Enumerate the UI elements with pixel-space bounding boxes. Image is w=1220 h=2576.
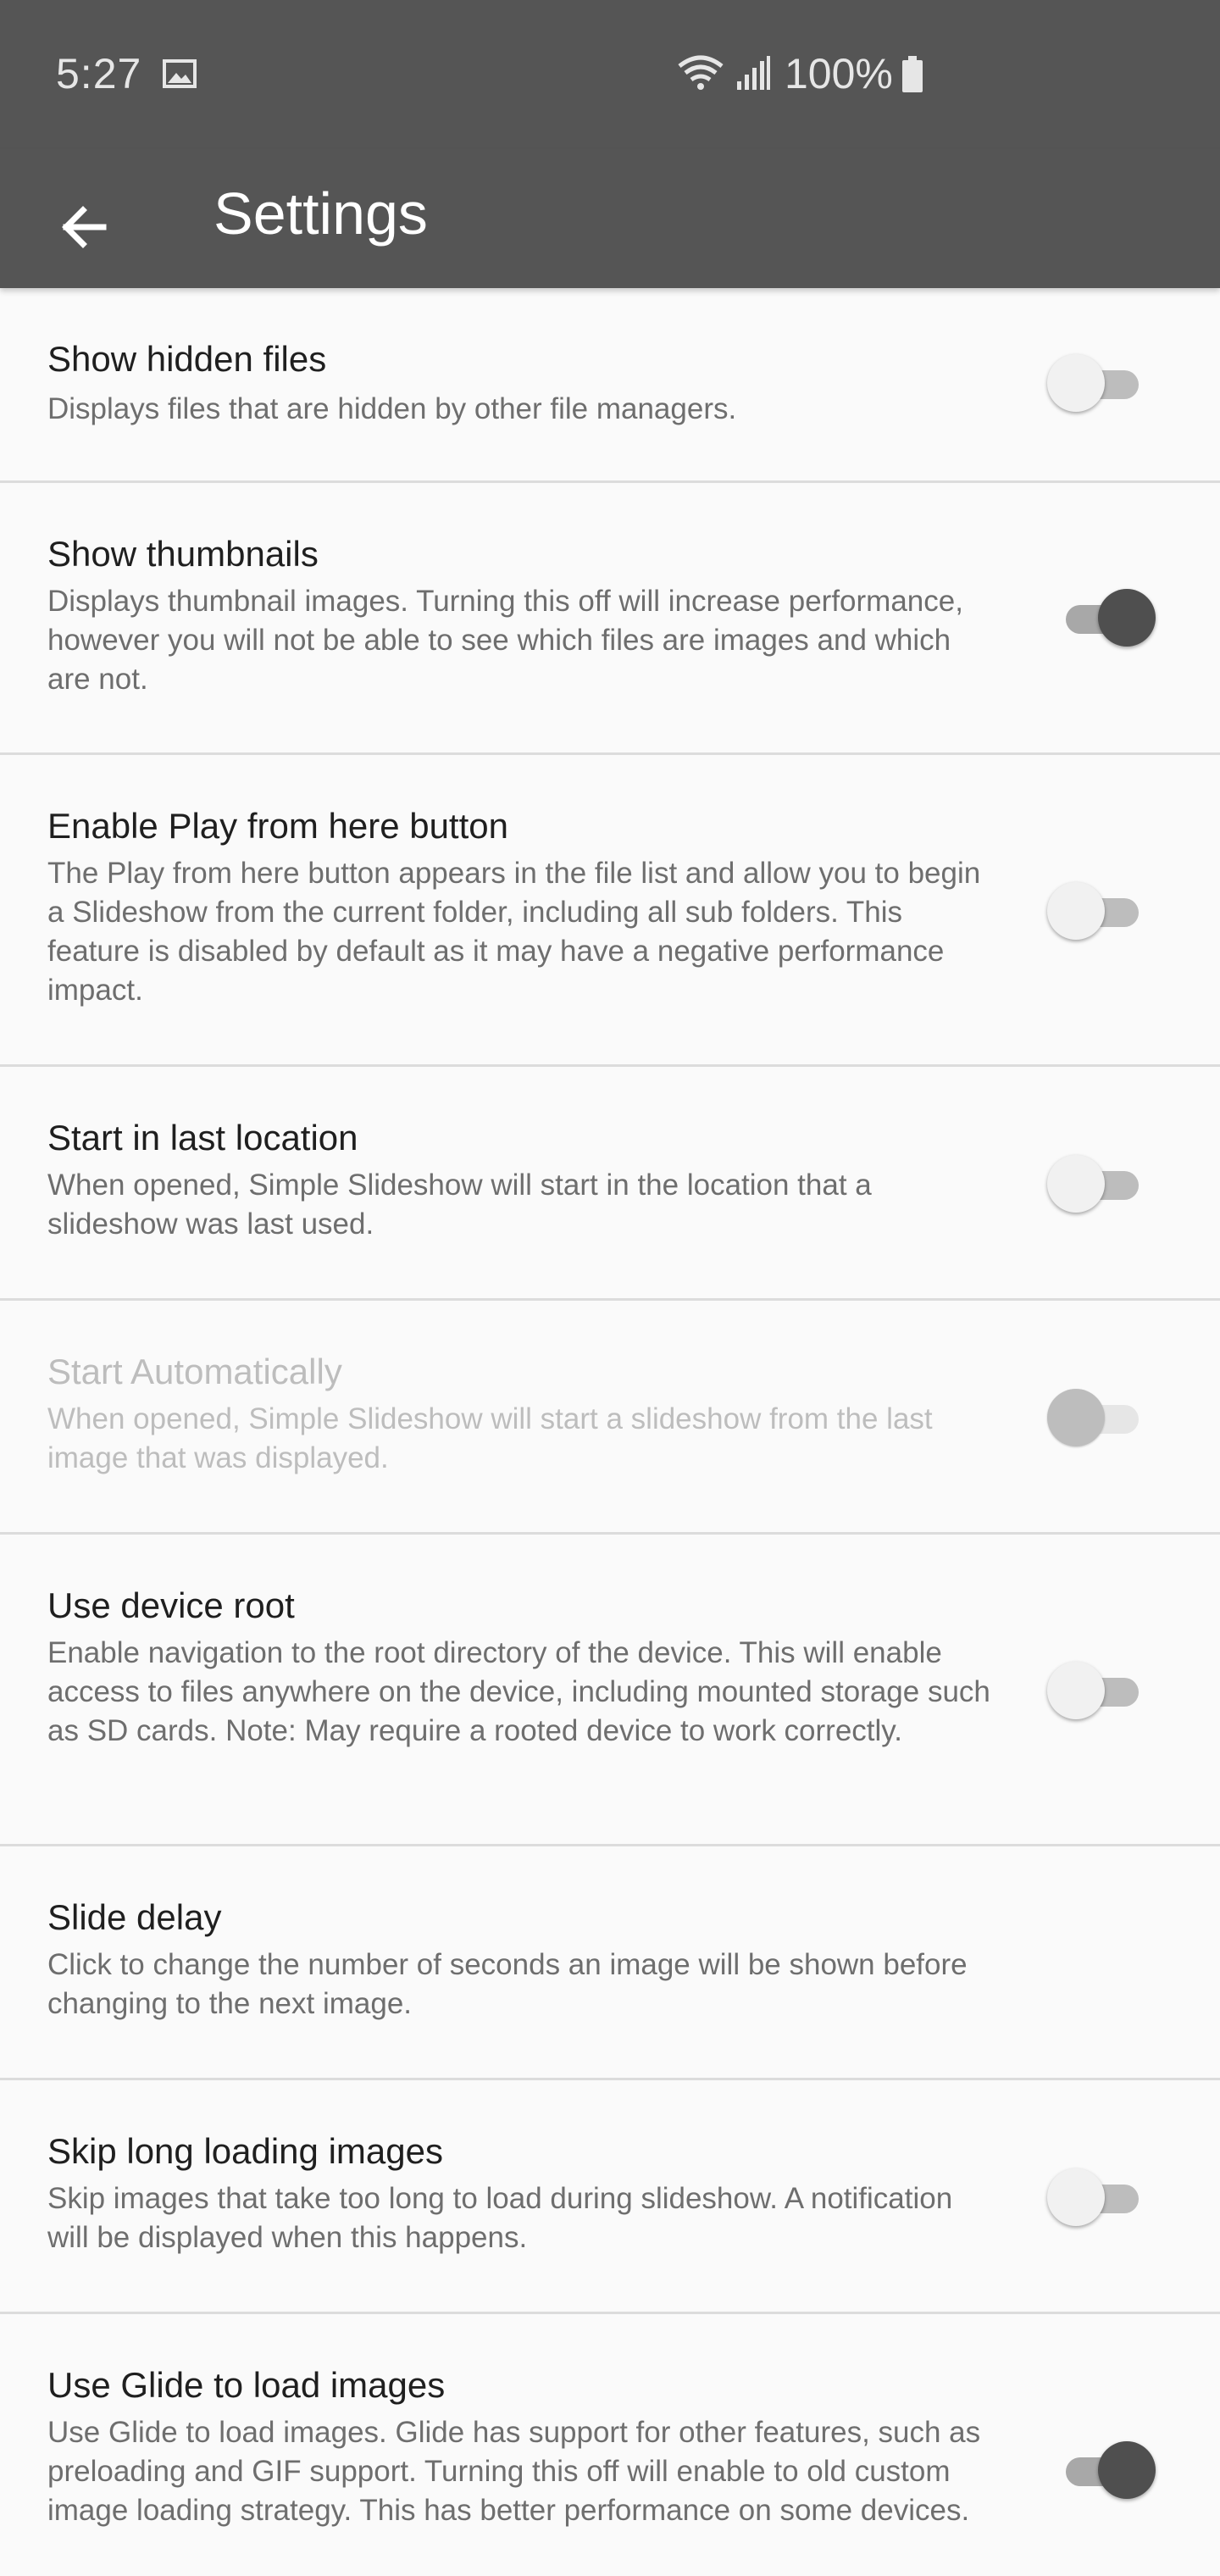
toggle-switch[interactable] xyxy=(1047,584,1156,652)
setting-title: Start in last location xyxy=(47,1118,358,1158)
setting-description: Use Glide to load images. Glide has supp… xyxy=(47,2416,981,2527)
battery-percent: 100% xyxy=(785,50,893,97)
setting-title: Use Glide to load images xyxy=(47,2365,446,2405)
cell-signal-icon xyxy=(737,56,770,90)
setting-use-glide[interactable]: Use Glide to load images Use Glide to lo… xyxy=(0,2314,1220,2568)
setting-use-device-root[interactable]: Use device root Enable navigation to the… xyxy=(0,1535,1220,1846)
status-bar: 5:27 100% xyxy=(0,0,1220,149)
setting-title: Start Automatically xyxy=(47,1352,342,1391)
arrow-left-icon xyxy=(62,206,107,248)
setting-start-automatically[interactable]: Start Automatically When opened, Simple … xyxy=(0,1301,1220,1535)
setting-description: The Play from here button appears in the… xyxy=(47,857,981,1007)
toggle-switch[interactable] xyxy=(1047,1657,1156,1724)
setting-skip-long-loading-images[interactable]: Skip long loading images Skip images tha… xyxy=(0,2080,1220,2314)
setting-title: Enable Play from here button xyxy=(47,806,508,846)
setting-show-hidden-files[interactable]: Show hidden files Displays files that ar… xyxy=(0,288,1220,483)
setting-show-thumbnails[interactable]: Show thumbnails Displays thumbnail image… xyxy=(0,483,1220,755)
setting-description: Skip images that take too long to load d… xyxy=(47,2182,953,2254)
setting-description: Displays files that are hidden by other … xyxy=(47,392,737,425)
toggle-switch[interactable] xyxy=(1047,1384,1156,1452)
setting-title: Show thumbnails xyxy=(47,534,319,574)
setting-title: Skip long loading images xyxy=(47,2131,443,2171)
wifi-icon xyxy=(678,55,724,90)
setting-description: When opened, Simple Slideshow will start… xyxy=(47,1402,933,1474)
page-title: Settings xyxy=(214,180,428,247)
setting-description: When opened, Simple Slideshow will start… xyxy=(47,1169,872,1241)
settings-list: Show hidden files Displays files that ar… xyxy=(0,288,1220,2568)
toggle-switch[interactable] xyxy=(1047,1150,1156,1218)
setting-title: Use device root xyxy=(47,1585,295,1625)
toggle-switch[interactable] xyxy=(1047,349,1156,417)
back-button[interactable] xyxy=(42,186,124,268)
setting-description: Click to change the number of seconds an… xyxy=(47,1948,968,2020)
toggle-switch[interactable] xyxy=(1047,2163,1156,2231)
setting-title: Show hidden files xyxy=(47,339,327,379)
setting-description: Enable navigation to the root directory … xyxy=(47,1636,990,1747)
image-notification-icon xyxy=(163,59,197,88)
toggle-switch[interactable] xyxy=(1047,2436,1156,2504)
app-bar: Settings xyxy=(0,149,1220,288)
setting-slide-delay[interactable]: Slide delay Click to change the number o… xyxy=(0,1846,1220,2080)
setting-title: Slide delay xyxy=(47,1897,222,1937)
setting-enable-play-from-here[interactable]: Enable Play from here button The Play fr… xyxy=(0,755,1220,1067)
setting-description: Displays thumbnail images. Turning this … xyxy=(47,585,963,696)
battery-icon xyxy=(902,56,923,92)
setting-start-in-last-location[interactable]: Start in last location When opened, Simp… xyxy=(0,1067,1220,1301)
toggle-switch[interactable] xyxy=(1047,877,1156,945)
status-time: 5:27 xyxy=(56,50,142,97)
